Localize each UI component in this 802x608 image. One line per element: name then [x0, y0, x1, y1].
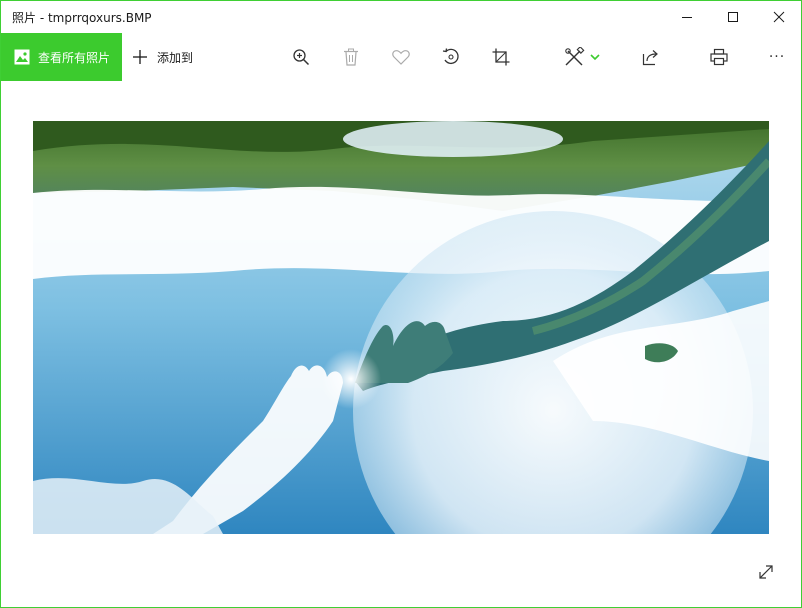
photos-app-window: 照片 - tmprrqoxurs.BMP 查看所有照片 添加到 ···: [0, 0, 802, 608]
heart-icon: [392, 50, 410, 65]
see-all-photos-button[interactable]: 查看所有照片: [1, 33, 122, 81]
photo-image: [33, 121, 769, 534]
zoom-button[interactable]: [281, 33, 321, 81]
title-bar: 照片 - tmprrqoxurs.BMP: [1, 1, 801, 33]
add-to-button[interactable]: 添加到: [132, 33, 193, 81]
toolbar: 查看所有照片 添加到 ···: [1, 33, 801, 81]
share-button[interactable]: [631, 33, 671, 81]
more-button[interactable]: ···: [757, 33, 797, 81]
minimize-icon: [682, 17, 692, 18]
rotate-icon: [442, 48, 459, 65]
see-all-photos-label: 查看所有照片: [38, 50, 111, 65]
maximize-button[interactable]: [710, 1, 756, 33]
more-icon: ···: [768, 49, 786, 65]
delete-button[interactable]: [331, 33, 371, 81]
zoom-icon: [293, 49, 310, 66]
fullscreen-expand-button[interactable]: [751, 557, 781, 587]
add-to-label: 添加到: [157, 50, 194, 65]
window-title: 照片 - tmprrqoxurs.BMP: [12, 11, 152, 25]
close-button[interactable]: [756, 1, 801, 33]
minimize-button[interactable]: [664, 1, 710, 33]
chevron-down-icon: [590, 54, 600, 61]
crop-icon: [492, 48, 510, 66]
crop-button[interactable]: [481, 33, 521, 81]
photo-canvas[interactable]: [33, 121, 769, 534]
print-button[interactable]: [699, 33, 739, 81]
share-icon: [642, 50, 658, 66]
rotate-button[interactable]: [431, 33, 471, 81]
favorite-button[interactable]: [381, 33, 421, 81]
edit-icon: [565, 47, 585, 66]
printer-icon: [710, 48, 728, 66]
fullscreen-expand-icon: [759, 565, 773, 579]
delete-icon: [344, 48, 358, 66]
edit-create-button[interactable]: [557, 33, 607, 81]
close-icon: [773, 11, 785, 23]
maximize-icon: [728, 12, 738, 22]
plus-icon: [133, 50, 147, 64]
picture-icon: [14, 49, 30, 65]
